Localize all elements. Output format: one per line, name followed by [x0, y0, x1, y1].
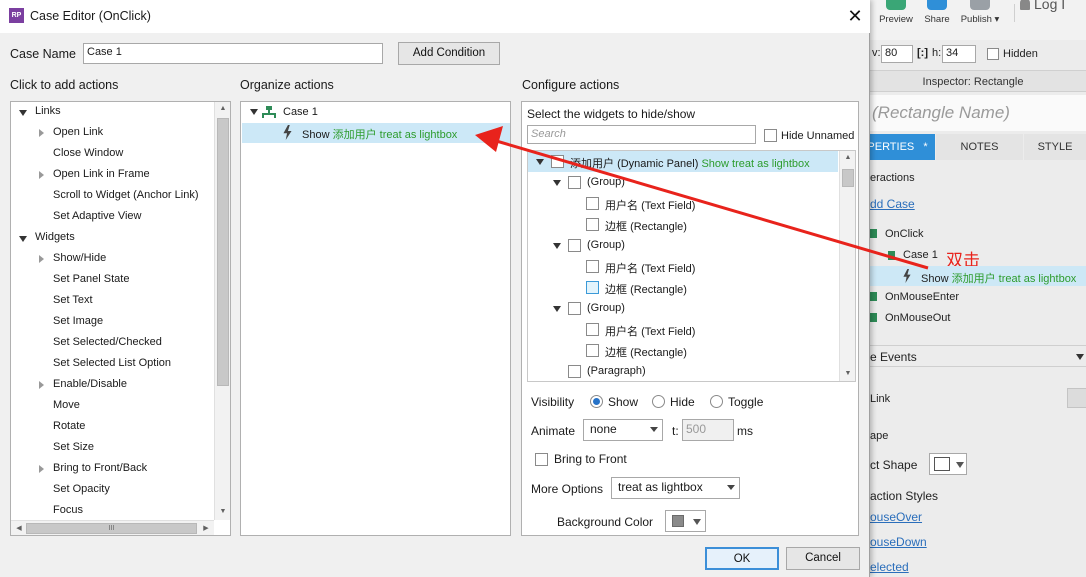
annotation-arrow	[475, 126, 929, 270]
annotation-arrow-head	[475, 126, 503, 152]
annotation-arrow-shaft	[492, 138, 929, 270]
